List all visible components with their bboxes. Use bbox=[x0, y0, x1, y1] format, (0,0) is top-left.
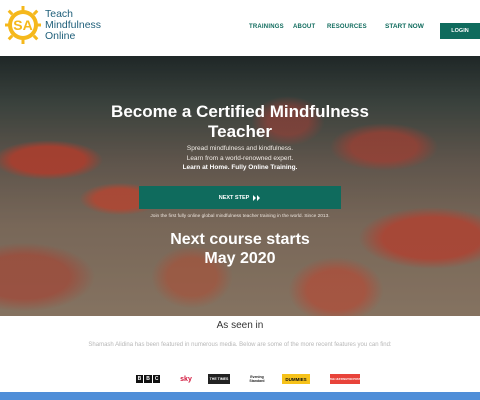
logo-mark-text: SA bbox=[13, 17, 32, 33]
as-seen-in-text: Shamash Alidina has been featured in num… bbox=[88, 342, 392, 348]
hero-section: Become a Certified Mindfulness Teacher S… bbox=[0, 56, 480, 316]
hero-subtitle: Spread mindfulness and kindfulness. Lear… bbox=[0, 144, 480, 173]
bbc-logo[interactable]: B B C bbox=[133, 374, 163, 384]
bbc-letter: B bbox=[135, 375, 144, 383]
site-header: SA Teach Mindfulness Online TRAININGS AB… bbox=[0, 0, 480, 56]
bbc-letter: C bbox=[152, 375, 161, 383]
next-course-heading: Next course starts May 2020 bbox=[0, 230, 480, 268]
the-times-logo[interactable]: THE TIMES bbox=[208, 374, 230, 384]
next-step-button[interactable]: NEXT STEP bbox=[139, 186, 341, 209]
next-course-line: Next course starts bbox=[170, 231, 310, 248]
nav-resources-link[interactable]: RESOURCES bbox=[327, 24, 367, 30]
start-now-link[interactable]: START NOW bbox=[385, 23, 424, 30]
login-button[interactable]: LOGIN bbox=[440, 23, 480, 39]
nav-trainings-link[interactable]: TRAININGS bbox=[249, 24, 284, 30]
media-logos: B B C sky THE TIMES Evening Standard DUM… bbox=[0, 374, 480, 384]
bottom-bar bbox=[0, 392, 480, 400]
evening-standard-logo[interactable]: Evening Standard bbox=[246, 374, 268, 384]
bbc-letter: B bbox=[144, 375, 152, 383]
site-logo[interactable]: SA Teach Mindfulness Online bbox=[5, 5, 105, 47]
logo-text: Teach Mindfulness Online bbox=[45, 9, 101, 42]
logo-text-line: Online bbox=[45, 30, 76, 42]
hero-note: Join the first fully online global mindf… bbox=[150, 214, 330, 219]
hero-title-line: Become a Certified Mindfulness bbox=[111, 102, 369, 121]
hero-sub-line-bold: Learn at Home. Fully Online Training. bbox=[182, 164, 298, 171]
hero-title: Become a Certified Mindfulness Teacher bbox=[0, 102, 480, 142]
huffington-post-logo[interactable]: THE HUFFINGTON POST bbox=[330, 374, 360, 384]
next-course-date: May 2020 bbox=[204, 250, 276, 267]
nav-about-link[interactable]: ABOUT bbox=[293, 24, 315, 30]
dummies-logo[interactable]: DUMMIES bbox=[282, 374, 310, 384]
double-chevron-right-icon bbox=[253, 194, 261, 201]
hero-sub-line: Spread mindfulness and kindfulness. bbox=[186, 145, 294, 152]
next-step-label: NEXT STEP bbox=[218, 194, 250, 201]
hero-title-line: Teacher bbox=[208, 122, 272, 141]
sa-logo-icon: SA bbox=[5, 6, 41, 44]
hero-sub-line: Learn from a world-renowned expert. bbox=[186, 154, 294, 162]
as-seen-in-heading: As seen in bbox=[216, 320, 264, 331]
sky-logo[interactable]: sky bbox=[177, 374, 195, 384]
